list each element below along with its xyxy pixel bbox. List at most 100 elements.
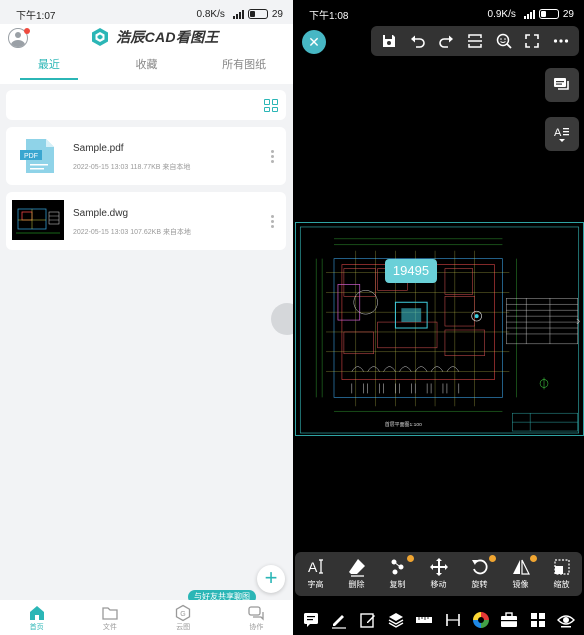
dwg-thumbnail (12, 200, 64, 240)
status-time: 下午1:07 (16, 10, 56, 22)
copy-icon (391, 559, 403, 575)
svg-text:A: A (554, 127, 562, 139)
home-icon (29, 606, 44, 620)
status-time: 下午1:08 (309, 10, 349, 22)
nav-collaborate[interactable]: 协作 (220, 600, 293, 635)
rotate-icon (471, 559, 488, 575)
move-icon (429, 558, 448, 576)
nav-files[interactable]: 文件 (73, 600, 146, 635)
pdf-file-icon: PDF (20, 139, 54, 173)
file-item[interactable]: Sample.dwg 2022-05-15 13:03 107.62KB 来自本… (6, 192, 286, 250)
nav-files-label: 文件 (102, 624, 117, 631)
top-toolbar (371, 26, 579, 56)
tool-scale[interactable]: 缩放 (541, 552, 582, 596)
tab-recent[interactable]: 最近 (0, 58, 98, 80)
file-name: Sample.dwg (73, 208, 129, 219)
vip-badge (489, 555, 496, 562)
scale-icon (553, 559, 570, 575)
drawing-caption: 首层平面图1:100 (385, 421, 422, 428)
bottom-nav: 首页 文件 G 云图 协作 (0, 600, 293, 635)
text-style-button[interactable]: A (545, 117, 579, 151)
app-logo-icon (92, 28, 108, 46)
app-brand: 浩辰CAD看图王 (90, 27, 219, 47)
tool-text-height[interactable]: A 字高 (295, 552, 336, 596)
file-manager-screen: 下午1:07 0.8K/s 29 浩辰CAD看图王 最近 收藏 所有图纸 PDF… (0, 0, 293, 635)
more-options-icon[interactable] (271, 215, 274, 228)
file-date: 2022-05-15 13:03 (73, 164, 129, 171)
battery-icon (538, 9, 559, 19)
comment-panel-button[interactable] (545, 68, 579, 102)
nav-home-label: 首页 (29, 624, 44, 631)
file-date: 2022-05-15 13:03 (73, 229, 129, 236)
toolbox-icon[interactable] (499, 610, 519, 630)
folder-icon (102, 607, 118, 620)
nav-cloud-label: 云图 (176, 624, 191, 631)
mirror-icon (512, 559, 530, 575)
nav-cloud[interactable]: G 云图 (147, 600, 220, 635)
ruler-icon[interactable] (414, 610, 434, 630)
signal-icon (523, 9, 535, 19)
tab-all-drawings[interactable]: 所有图纸 (195, 58, 293, 80)
grid-icon[interactable] (528, 610, 548, 630)
zoom-icon[interactable] (493, 30, 515, 52)
battery-level: 29 (271, 8, 283, 20)
svg-text:PDF: PDF (24, 153, 38, 160)
notification-dot (24, 28, 30, 34)
measure-icon[interactable] (443, 610, 463, 630)
eye-icon[interactable] (556, 610, 576, 630)
layers-icon[interactable] (386, 610, 406, 630)
tool-delete[interactable]: 删除 (336, 552, 377, 596)
chevron-right-icon[interactable]: › (576, 313, 580, 328)
redo-icon[interactable] (435, 30, 457, 52)
file-source: 来自本地 (162, 229, 191, 236)
svg-text:G: G (180, 611, 185, 618)
more-icon[interactable] (550, 30, 572, 52)
vip-badge (530, 555, 537, 562)
file-item[interactable]: PDF Sample.pdf 2022-05-15 13:03 118.77KB… (6, 127, 286, 185)
edit-toolbar: A 字高 删除 复制 移动 旋转 镜像 缩放 (295, 552, 582, 596)
tool-copy[interactable]: 复制 (377, 552, 418, 596)
text-height-icon: A (308, 559, 323, 575)
grid-view-icon[interactable] (264, 99, 278, 112)
battery-level: 29 (562, 8, 574, 20)
close-button[interactable]: ✕ (302, 30, 326, 54)
side-drawer-handle[interactable] (271, 303, 293, 335)
vip-badge (407, 555, 414, 562)
signal-icon (232, 9, 244, 19)
file-meta: 2022-05-15 13:03 107.62KB 来自本地 (73, 227, 191, 237)
eraser-icon (348, 559, 365, 577)
file-name: Sample.pdf (73, 143, 124, 154)
net-speed: 0.9K/s (487, 8, 516, 20)
nav-home[interactable]: 首页 (0, 600, 73, 635)
tab-favorites[interactable]: 收藏 (98, 58, 196, 80)
tab-bar: 最近 收藏 所有图纸 (0, 58, 293, 80)
battery-icon (247, 9, 268, 19)
color-icon[interactable] (471, 610, 491, 630)
save-icon[interactable] (378, 30, 400, 52)
comment-icon (554, 78, 569, 90)
tool-mirror[interactable]: 镜像 (500, 552, 541, 596)
add-file-button[interactable]: + (257, 565, 285, 593)
comment-icon[interactable] (301, 610, 321, 630)
net-speed: 0.8K/s (196, 8, 225, 20)
cad-drawing-canvas[interactable]: 首层平面图1:100 (295, 222, 584, 436)
undo-icon[interactable] (407, 30, 429, 52)
cloud-drawing-icon: G (175, 604, 191, 622)
bottom-toolbar (293, 604, 584, 635)
status-bar: 下午1:08 0.9K/s 29 (293, 0, 584, 28)
chat-icon (248, 606, 265, 621)
app-title: 浩辰CAD看图王 (116, 29, 219, 45)
frame-select-icon[interactable] (464, 30, 486, 52)
tool-move[interactable]: 移动 (418, 552, 459, 596)
app-header: 浩辰CAD看图王 最近 收藏 所有图纸 (0, 24, 293, 84)
text-icon: A (554, 127, 569, 142)
tool-rotate[interactable]: 旋转 (459, 552, 500, 596)
pencil-icon[interactable] (329, 610, 349, 630)
view-toggle-bar (6, 90, 286, 120)
nav-collaborate-label: 协作 (249, 624, 264, 631)
file-size: 118.77KB (130, 164, 161, 171)
edit-icon[interactable] (358, 610, 378, 630)
more-options-icon[interactable] (271, 150, 274, 163)
file-meta: 2022-05-15 13:03 118.77KB 来自本地 (73, 162, 190, 172)
fullscreen-icon[interactable] (521, 30, 543, 52)
